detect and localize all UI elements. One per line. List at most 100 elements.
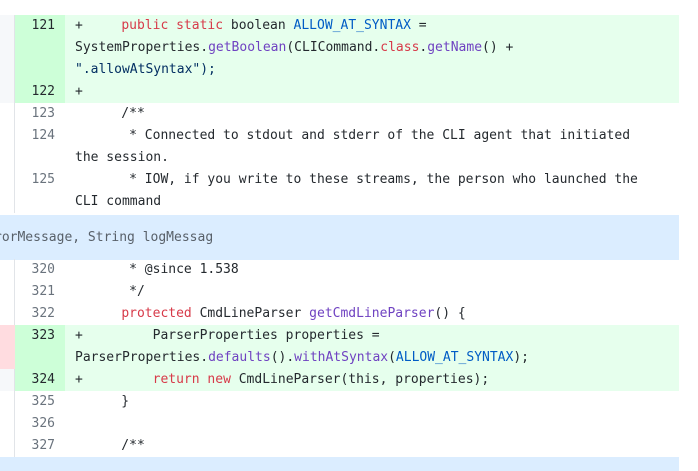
- code-token: defaults: [208, 350, 271, 365]
- code-content: * IOW, if you write to these streams, th…: [65, 169, 679, 213]
- diff-gutter: [0, 369, 15, 391]
- code-token: public: [121, 18, 169, 33]
- diff-gutter: [0, 303, 15, 325]
- diff-line-322: 322 protected CmdLineParser getCmdLinePa…: [0, 303, 679, 325]
- code-token: (: [388, 350, 396, 365]
- line-number[interactable]: 121: [15, 15, 65, 81]
- code-token: protected: [121, 306, 192, 321]
- code-content: /**: [65, 103, 679, 125]
- code-token: ALLOW_AT_SYNTAX: [293, 18, 411, 33]
- line-number[interactable]: 322: [15, 303, 65, 325]
- diff-gutter: [0, 15, 15, 81]
- code-content: */: [65, 281, 679, 303]
- code-token: withAtSyntax: [294, 350, 389, 365]
- diff-line-121: 121 + public static boolean ALLOW_AT_SYNT…: [0, 15, 679, 81]
- diff-line-324: 324 + return new CmdLineParser(this, prop…: [0, 369, 679, 391]
- diff-gutter: [0, 103, 15, 125]
- code-token: */: [90, 284, 145, 299]
- diff-line-325: 325 }: [0, 391, 679, 413]
- diff-gutter: [0, 413, 15, 435]
- diff-line-320: 320 * @since 1.538: [0, 259, 679, 281]
- code-token: ".allowAtSyntax");: [75, 62, 216, 77]
- diff-line-125: 125 * IOW, if you write to these streams…: [0, 169, 679, 213]
- line-number[interactable]: 124: [15, 125, 65, 169]
- line-number[interactable]: 324: [15, 369, 65, 391]
- line-number[interactable]: 321: [15, 281, 65, 303]
- diff-marker: +: [75, 372, 83, 387]
- code-token: SystemProperties.: [75, 40, 209, 55]
- diff-gutter: [0, 81, 15, 103]
- code-token: ParserProperties.: [75, 350, 209, 365]
- line-number[interactable]: 325: [15, 391, 65, 413]
- diff-marker: +: [75, 18, 83, 33]
- diff-gutter: [0, 281, 15, 303]
- code-content: +: [65, 81, 679, 103]
- code-token: () +: [482, 40, 514, 55]
- code-token: getCmdLineParser: [309, 306, 435, 321]
- code-content: [65, 413, 679, 435]
- code-token: ALLOW_AT_SYNTAX: [395, 350, 514, 365]
- code-token: static: [176, 18, 224, 33]
- deletion-marker: [0, 325, 15, 369]
- code-token: /**: [90, 438, 145, 453]
- code-token: new: [207, 372, 231, 387]
- code-token: getName: [427, 40, 483, 55]
- diff-hunk-top: 121 + public static boolean ALLOW_AT_SYNT…: [0, 15, 679, 213]
- code-content: + return new CmdLineParser(this, propert…: [65, 369, 679, 391]
- hunk-expander-bottom[interactable]: [0, 457, 679, 471]
- diff-gutter: [0, 259, 15, 281]
- code-token: boolean: [223, 18, 294, 33]
- line-number[interactable]: 122: [15, 81, 65, 103]
- diff-marker: +: [75, 84, 83, 99]
- hunk-header-text: rorMessage, String logMessag: [0, 230, 214, 245]
- code-token: CmdLineParser(this, properties);: [230, 372, 490, 387]
- code-token: the session.: [75, 150, 169, 165]
- diff-gutter: [0, 435, 15, 457]
- code-content: + ParserProperties properties = ParserPr…: [65, 325, 679, 369]
- diff-line-124: 124 * Connected to stdout and stderr of …: [0, 125, 679, 169]
- code-token: ().: [270, 350, 295, 365]
- code-content: + public static boolean ALLOW_AT_SYNTAX …: [65, 15, 679, 81]
- code-token: class: [380, 40, 420, 55]
- code-token: ParserProperties properties =: [90, 328, 380, 343]
- diff-gutter: [0, 391, 15, 413]
- diff-gutter: [0, 169, 15, 213]
- diff-hunk-bottom: 320 * @since 1.538 321 */322 protected Cm…: [0, 259, 679, 457]
- code-token: CLI command: [75, 194, 162, 209]
- line-number[interactable]: 327: [15, 435, 65, 457]
- diff-line-326: 326: [0, 413, 679, 435]
- code-content: protected CmdLineParser getCmdLineParser…: [65, 303, 679, 325]
- code-token: return: [152, 372, 200, 387]
- diff-line-122: 122 +: [0, 81, 679, 103]
- code-token: * @since 1.538: [90, 262, 239, 277]
- line-number[interactable]: 123: [15, 103, 65, 125]
- diff-line-323: 323 + ParserProperties properties = Parse…: [0, 325, 679, 369]
- line-number[interactable]: 326: [15, 413, 65, 435]
- diff-line-321: 321 */: [0, 281, 679, 303]
- hunk-expander[interactable]: rorMessage, String logMessag: [0, 215, 679, 260]
- code-token: * IOW, if you write to these streams, th…: [90, 172, 638, 187]
- code-content: * @since 1.538: [65, 259, 679, 281]
- code-token: CmdLineParser: [191, 306, 310, 321]
- code-token: getBoolean: [208, 40, 287, 55]
- code-content: * Connected to stdout and stderr of the …: [65, 125, 679, 169]
- line-number[interactable]: 323: [15, 325, 65, 369]
- diff-gutter: [0, 125, 15, 169]
- line-number[interactable]: 320: [15, 259, 65, 281]
- code-token: * Connected to stdout and stderr of the …: [90, 128, 631, 143]
- code-token: );: [513, 350, 529, 365]
- diff-line-327: 327 /**: [0, 435, 679, 457]
- code-token: /**: [90, 106, 145, 121]
- code-content: /**: [65, 435, 679, 457]
- diff-view: 121 + public static boolean ALLOW_AT_SYNT…: [0, 0, 698, 471]
- code-token: (CLICommand.: [286, 40, 381, 55]
- code-token: }: [90, 394, 130, 409]
- diff-marker: +: [75, 328, 83, 343]
- line-number[interactable]: 125: [15, 169, 65, 213]
- code-token: =: [410, 18, 427, 33]
- code-content: }: [65, 391, 679, 413]
